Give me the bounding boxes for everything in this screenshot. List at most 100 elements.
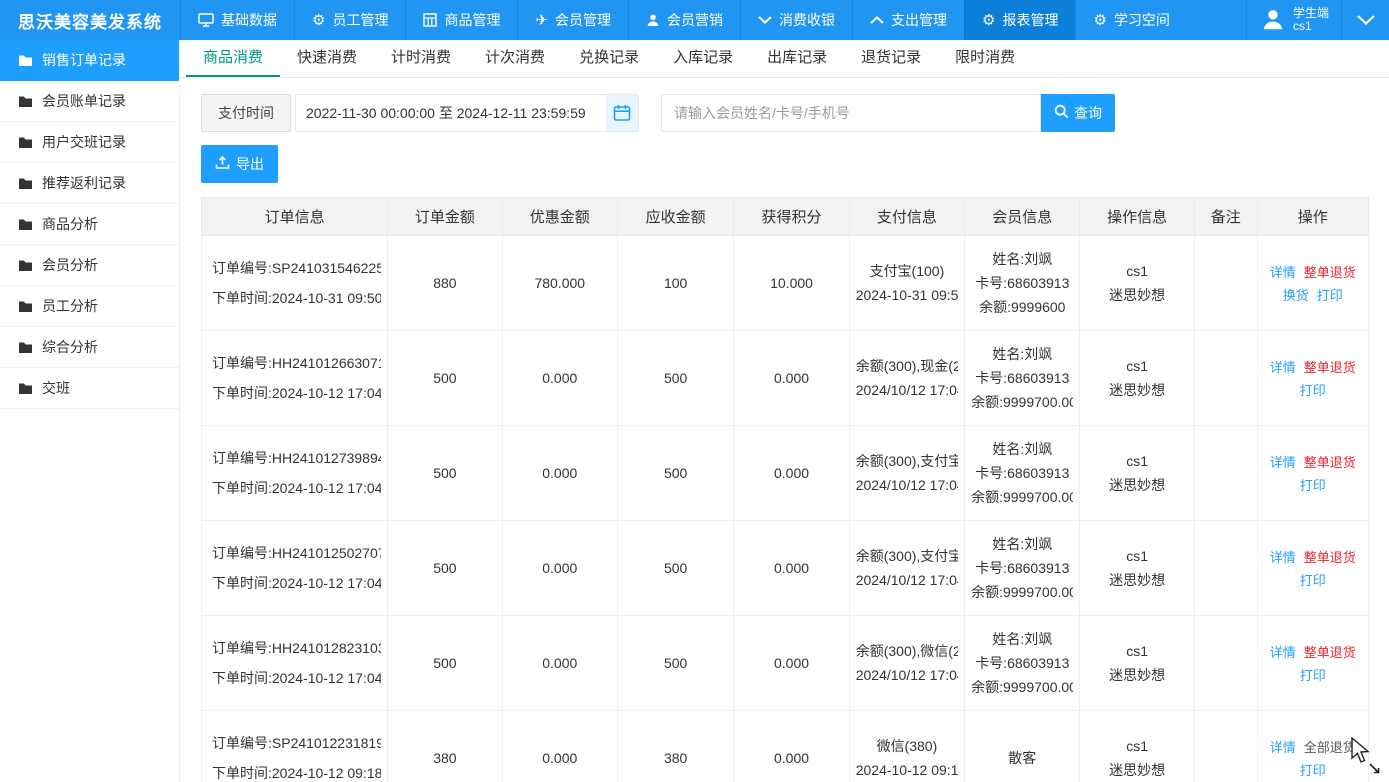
points-cell: 0.000 [734, 616, 849, 711]
column-header: 优惠金额 [502, 198, 617, 236]
tab[interactable]: 入库记录 [656, 40, 750, 77]
sidebar-item-label: 会员分析 [42, 255, 98, 275]
detail-link[interactable]: 详情 [1270, 737, 1296, 756]
cell-line: cs1 [1086, 354, 1187, 378]
orders-table: 订单信息订单金额优惠金额应收金额获得积分支付信息会员信息操作信息备注操作 订单编… [201, 197, 1369, 782]
member-info-cell: 姓名:刘飒卡号:68603913余额:9999700.00. [965, 331, 1080, 426]
operator-info-cell: cs1迷思妙想 [1080, 711, 1194, 782]
print-link[interactable]: 打印 [1300, 475, 1326, 494]
remark-cell [1194, 426, 1257, 521]
print-link[interactable]: 打印 [1300, 760, 1326, 779]
refund-all-link[interactable]: 全部退货 [1304, 737, 1356, 756]
sidebar-item[interactable]: 综合分析 [0, 327, 179, 368]
sidebar-item-label: 推荐返利记录 [42, 173, 126, 193]
sidebar-item-label: 会员账单记录 [42, 91, 126, 111]
sidebar-item[interactable]: 会员账单记录 [0, 81, 179, 122]
order-time: 下单时间:2024-10-12 17:04:3 [212, 568, 381, 598]
cell-line: 余额:9999700.00. [971, 485, 1073, 509]
cell-line: 2024/10/12 17:04 [856, 473, 958, 497]
cell-line: 姓名:刘飒 [971, 342, 1073, 366]
nav-item-expenses[interactable]: 支出管理 [852, 0, 964, 40]
actions-cell: 详情整单退货打印 [1257, 616, 1368, 711]
date-range-input[interactable]: 2022-11-30 00:00:00 至 2024-12-11 23:59:5… [295, 94, 639, 132]
tab[interactable]: 商品消费 [186, 40, 280, 77]
pay-info-cell: 余额(300),支付宝2024/10/12 17:04 [849, 426, 964, 521]
nav-item-learning[interactable]: ⚙ 学习空间 [1075, 0, 1186, 40]
detail-link[interactable]: 详情 [1270, 642, 1296, 661]
sidebar-item[interactable]: 推荐返利记录 [0, 163, 179, 204]
cell-line: 2024-10-12 09:18 [856, 758, 958, 782]
exchange-link[interactable]: 换货 [1283, 285, 1309, 304]
nav-item-base-data[interactable]: 基础数据 [180, 0, 294, 40]
sidebar-item[interactable]: 销售订单记录 [0, 40, 179, 81]
main-content: 商品消费 快速消费 计时消费 计次消费 兑换记录 入库记录 出库记录 退货记录 … [180, 40, 1389, 782]
sidebar-item[interactable]: 商品分析 [0, 204, 179, 245]
column-header: 应收金额 [617, 198, 733, 236]
refund-order-link[interactable]: 整单退货 [1304, 452, 1356, 471]
cell-line: 卡号:68603913 [971, 651, 1073, 675]
detail-link[interactable]: 详情 [1270, 262, 1296, 281]
cell-line: cs1 [1086, 449, 1187, 473]
print-link[interactable]: 打印 [1317, 285, 1343, 304]
sidebar-item[interactable]: 用户交班记录 [0, 122, 179, 163]
refund-order-link[interactable]: 整单退货 [1304, 357, 1356, 376]
topbar-collapse-button[interactable] [1341, 0, 1389, 40]
order-time: 下单时间:2024-10-12 17:04:3 [212, 473, 381, 503]
cell-line: 迷思妙想 [1086, 758, 1187, 782]
order-amount-cell: 380 [388, 711, 502, 782]
nav-item-label: 会员营销 [667, 10, 723, 30]
column-header: 备注 [1194, 198, 1257, 236]
nav-item-cashier[interactable]: 消费收银 [740, 0, 852, 40]
table-row: 订单编号:HH241012739894 下单时间:2024-10-12 17:0… [202, 426, 1369, 521]
member-search-input[interactable] [661, 94, 1041, 132]
operator-info-cell: cs1迷思妙想 [1080, 331, 1194, 426]
calendar-icon[interactable] [606, 95, 638, 131]
receivable-amount-cell: 100 [617, 236, 733, 331]
print-link[interactable]: 打印 [1300, 570, 1326, 589]
order-number: 订单编号:HH241012502707 [212, 538, 381, 568]
nav-item-label: 消费收银 [779, 10, 835, 30]
receivable-amount-cell: 380 [617, 711, 733, 782]
nav-item-marketing[interactable]: 会员营销 [628, 0, 740, 40]
tab[interactable]: 计时消费 [374, 40, 468, 77]
chevron-down-icon [1357, 12, 1375, 28]
tab[interactable]: 计次消费 [468, 40, 562, 77]
refund-order-link[interactable]: 整单退货 [1304, 262, 1356, 281]
sidebar-item-label: 交班 [42, 378, 70, 398]
nav-item-staff[interactable]: ⚙ 员工管理 [294, 0, 405, 40]
remark-cell [1194, 331, 1257, 426]
tab[interactable]: 限时消费 [938, 40, 1032, 77]
nav-item-members[interactable]: ✈ 会员管理 [517, 0, 628, 40]
print-link[interactable]: 打印 [1300, 380, 1326, 399]
tab[interactable]: 出库记录 [750, 40, 844, 77]
detail-link[interactable]: 详情 [1270, 547, 1296, 566]
sidebar-item-label: 商品分析 [42, 214, 98, 234]
user-menu[interactable]: 学生端 cs1 [1246, 0, 1341, 40]
print-link[interactable]: 打印 [1300, 665, 1326, 684]
discount-amount-cell: 780.000 [502, 236, 617, 331]
tab[interactable]: 兑换记录 [562, 40, 656, 77]
tab[interactable]: 快速消费 [280, 40, 374, 77]
export-button[interactable]: 导出 [201, 145, 278, 183]
cell-line: 2024-10-31 09:51 [856, 283, 958, 307]
folder-icon [18, 382, 33, 395]
detail-link[interactable]: 详情 [1270, 357, 1296, 376]
refund-order-link[interactable]: 整单退货 [1304, 642, 1356, 661]
sidebar-item[interactable]: 会员分析 [0, 245, 179, 286]
date-range-value: 2022-11-30 00:00:00 至 2024-12-11 23:59:5… [296, 103, 606, 123]
tab[interactable]: 退货记录 [844, 40, 938, 77]
nav-item-goods[interactable]: 商品管理 [405, 0, 517, 40]
sidebar-item[interactable]: 员工分析 [0, 286, 179, 327]
pay-time-button[interactable]: 支付时间 [201, 94, 291, 132]
avatar-icon [1259, 5, 1287, 36]
sidebar-item[interactable]: 交班 [0, 368, 179, 409]
table-header-row: 订单信息订单金额优惠金额应收金额获得积分支付信息会员信息操作信息备注操作 [202, 198, 1369, 236]
detail-link[interactable]: 详情 [1270, 452, 1296, 471]
refund-order-link[interactable]: 整单退货 [1304, 547, 1356, 566]
order-info-cell: 订单编号:SP241031546225 下单时间:2024-10-31 09:5… [202, 236, 388, 331]
order-info-cell: 订单编号:HH241012502707 下单时间:2024-10-12 17:0… [202, 521, 388, 616]
folder-icon [18, 95, 33, 108]
nav-item-reports[interactable]: ⚙ 报表管理 [964, 0, 1075, 40]
query-button[interactable]: 查询 [1041, 94, 1115, 132]
remark-cell [1194, 616, 1257, 711]
